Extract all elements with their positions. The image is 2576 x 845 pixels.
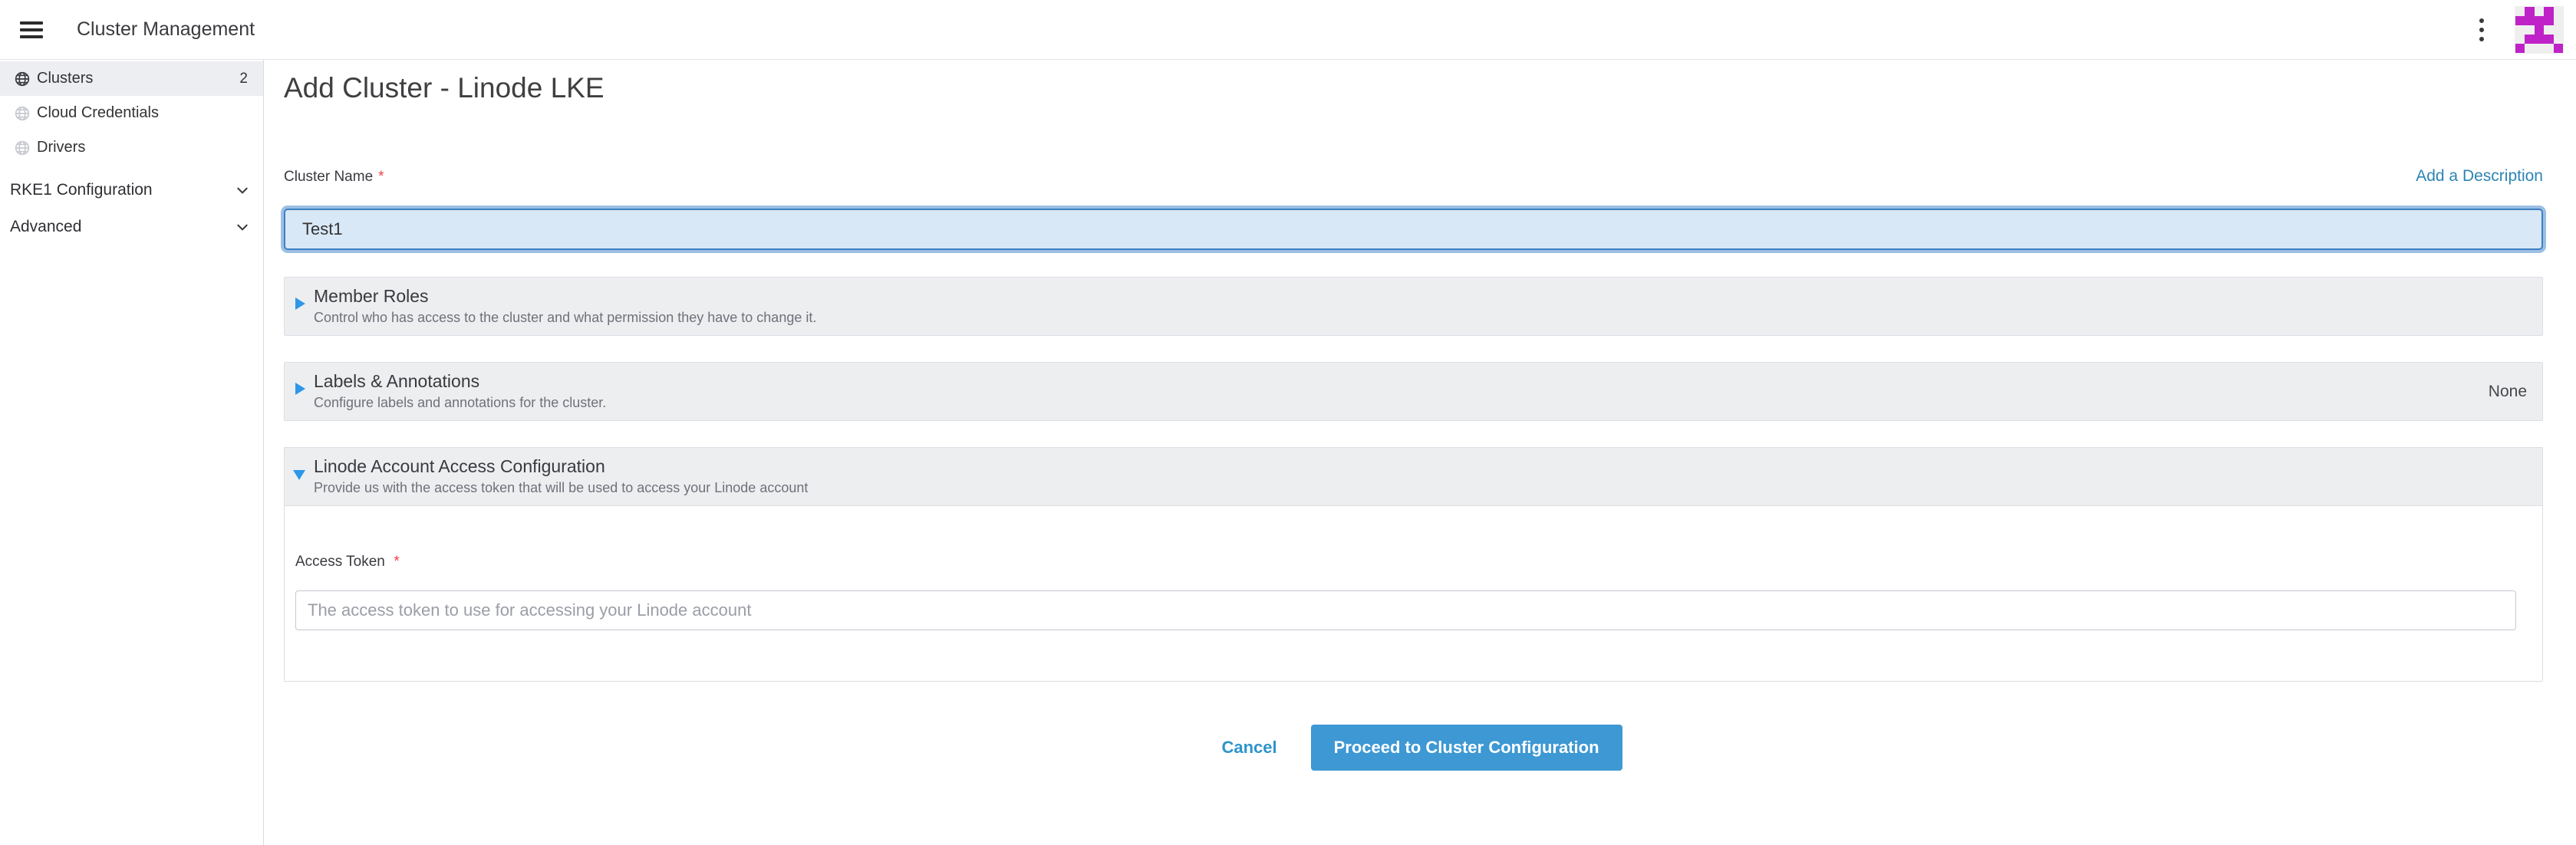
section-member-roles-header[interactable]: Member Roles Control who has access to t… [285,278,2542,335]
globe-icon [15,71,30,87]
section-title: Member Roles [314,286,2527,307]
sidebar-group-advanced[interactable]: Advanced [0,209,263,245]
section-member-roles: Member Roles Control who has access to t… [284,277,2543,336]
sidebar-group-label: RKE1 Configuration [10,181,153,199]
page-title: Add Cluster - Linode LKE [284,72,2543,104]
app-window: Cluster Management Clusters 2 [0,0,2576,845]
body-row: Clusters 2 Cloud Credentials Drivers [0,60,2576,845]
hamburger-menu-icon[interactable] [20,21,43,38]
form-actions: Cancel Proceed to Cluster Configuration [284,725,2543,771]
section-linode-access: Linode Account Access Configuration Prov… [284,447,2543,682]
expand-arrow-right-icon [295,383,305,395]
main-content: Add Cluster - Linode LKE Cluster Name * … [264,60,2576,845]
kebab-menu-icon[interactable] [2475,14,2489,46]
user-avatar-logo[interactable] [2515,6,2564,54]
required-asterisk: * [394,554,399,570]
sidebar: Clusters 2 Cloud Credentials Drivers [0,60,264,845]
sidebar-group-rke1-configuration[interactable]: RKE1 Configuration [0,172,263,209]
sidebar-item-cloud-credentials[interactable]: Cloud Credentials [0,96,263,130]
section-labels-annotations-header[interactable]: Labels & Annotations Configure labels an… [285,363,2542,420]
collapse-arrow-down-icon [293,470,305,480]
sidebar-item-label: Drivers [37,139,85,156]
top-header: Cluster Management [0,0,2576,60]
sidebar-gap [0,165,263,172]
globe-icon [15,140,30,156]
sidebar-item-label: Clusters [37,70,93,87]
cluster-name-label: Cluster Name [284,169,373,186]
cluster-name-label-row: Cluster Name * Add a Description [284,167,2543,186]
cancel-button[interactable]: Cancel [1204,725,1293,771]
add-description-link[interactable]: Add a Description [2416,167,2543,186]
cluster-name-input[interactable] [284,209,2543,250]
section-subtitle: Provide us with the access token that wi… [314,480,2527,496]
sidebar-item-label: Cloud Credentials [37,104,159,122]
proceed-to-cluster-configuration-button[interactable]: Proceed to Cluster Configuration [1311,725,1622,771]
expand-arrow-right-icon [295,298,305,310]
sidebar-item-clusters[interactable]: Clusters 2 [0,61,263,96]
section-linode-access-header[interactable]: Linode Account Access Configuration Prov… [285,448,2542,505]
section-subtitle: Configure labels and annotations for the… [314,395,2527,411]
labels-none-value: None [2489,383,2527,401]
chevron-down-icon [236,183,249,197]
sidebar-item-drivers[interactable]: Drivers [0,130,263,165]
access-token-label: Access Token [295,554,385,570]
globe-icon [15,106,30,121]
required-asterisk: * [378,169,384,186]
clusters-count-badge: 2 [239,71,248,87]
access-token-input[interactable] [295,590,2516,630]
app-title: Cluster Management [77,18,255,41]
access-token-label-row: Access Token * [295,554,2532,570]
section-title: Linode Account Access Configuration [314,456,2527,477]
section-title: Labels & Annotations [314,371,2527,392]
sidebar-group-label: Advanced [10,218,81,236]
section-linode-access-body: Access Token * [285,505,2542,681]
section-subtitle: Control who has access to the cluster an… [314,310,2527,326]
chevron-down-icon [236,220,249,234]
section-labels-annotations: Labels & Annotations Configure labels an… [284,362,2543,421]
